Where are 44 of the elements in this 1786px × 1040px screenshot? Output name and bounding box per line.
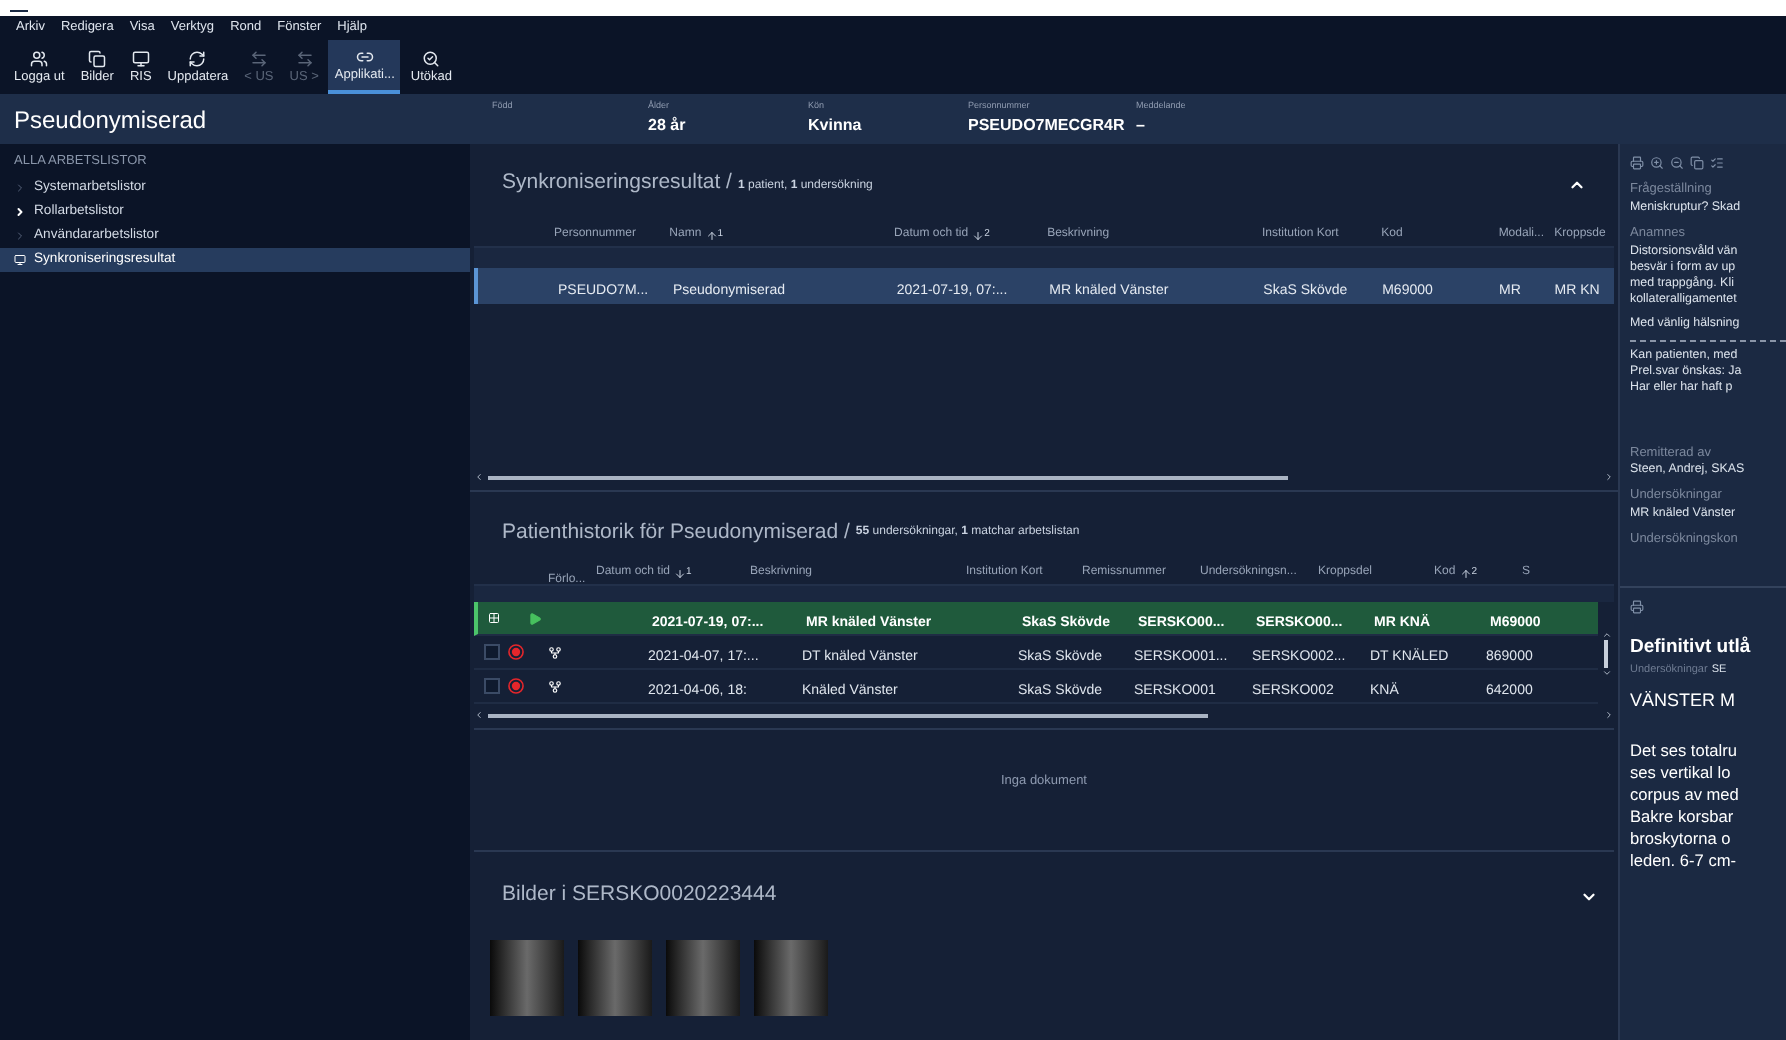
- toolbar-icon: [131, 49, 150, 68]
- branch-icon: [548, 645, 562, 659]
- grid-icon[interactable]: [488, 612, 500, 624]
- scroll-right-icon[interactable]: [1604, 710, 1614, 720]
- section-title: Patienthistorik för Pseudonymiserad /: [502, 517, 850, 548]
- checkbox[interactable]: [484, 678, 500, 694]
- horizontal-scrollbar[interactable]: [474, 470, 1614, 484]
- section-title: Synkroniseringsresultat /: [502, 168, 732, 199]
- print-icon[interactable]: [1630, 599, 1644, 614]
- image-thumbnail[interactable]: [490, 940, 564, 1016]
- record-icon: [508, 644, 524, 660]
- record-icon: [508, 678, 524, 694]
- horizontal-scrollbar[interactable]: [474, 708, 1614, 722]
- toolbar-icon: [88, 49, 107, 68]
- patient-name: Pseudonymiserad: [12, 103, 209, 137]
- field-value: Kvinna: [808, 113, 864, 138]
- scroll-down-icon[interactable]: [1601, 668, 1611, 678]
- branch-icon: [548, 679, 562, 693]
- report-title: Definitivt utlå: [1630, 633, 1753, 662]
- toolbar-icon: [188, 49, 207, 68]
- scroll-right-icon[interactable]: [1604, 472, 1614, 482]
- toolbar-icon: [249, 49, 268, 68]
- image-thumbnail[interactable]: [666, 940, 740, 1016]
- report-text: Det ses totalru ses vertikal lo corpus av med Bakre korsbar broskytorna o leden. 6-7 cm-: [1630, 739, 1741, 872]
- toolbar-icon: [355, 47, 374, 66]
- toolbar-icon: [295, 49, 314, 68]
- toolbar-icon: [30, 49, 49, 68]
- copy-icon[interactable]: [1690, 155, 1704, 169]
- scroll-up-icon[interactable]: [1601, 630, 1611, 640]
- field-value: –: [1136, 113, 1147, 138]
- scroll-left-icon[interactable]: [474, 710, 484, 720]
- report-heading: VÄNSTER M: [1630, 688, 1738, 715]
- zoom-in-icon[interactable]: [1650, 155, 1664, 169]
- section-title: Bilder i SERSKO0020223444: [502, 880, 777, 911]
- print-icon[interactable]: [1630, 155, 1644, 169]
- toolbar-icon: [422, 49, 441, 68]
- field-value: PSEUDO7MECGR4R: [968, 113, 1127, 138]
- field-value: 28 år: [648, 113, 688, 138]
- image-thumbnail[interactable]: [578, 940, 652, 1016]
- checkbox[interactable]: [484, 644, 500, 660]
- play-icon[interactable]: [528, 611, 542, 625]
- image-thumbnail[interactable]: [754, 940, 828, 1016]
- zoom-out-icon[interactable]: [1670, 155, 1684, 169]
- scroll-left-icon[interactable]: [474, 472, 484, 482]
